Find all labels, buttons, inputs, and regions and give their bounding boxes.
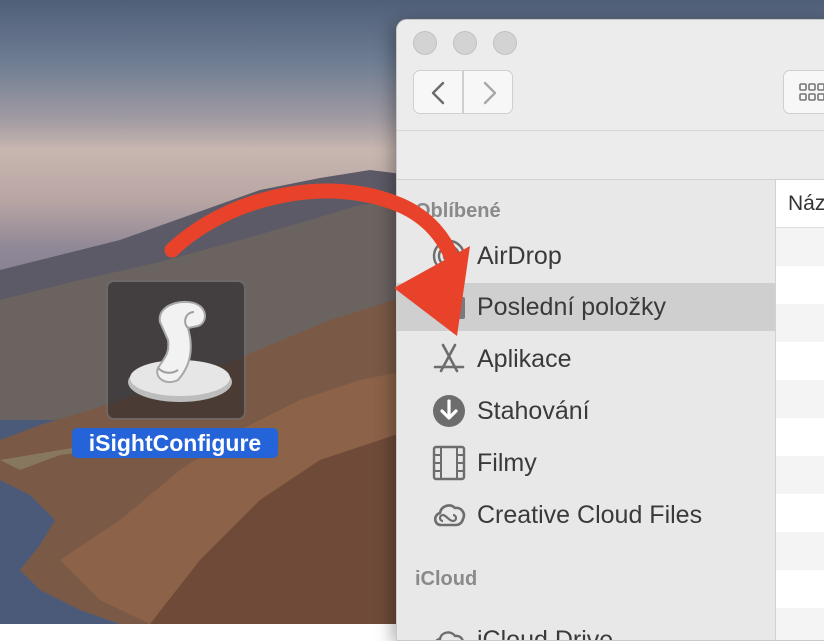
sidebar-item-label: Creative Cloud Files [477, 501, 703, 529]
list-row [776, 304, 824, 342]
sidebar-item-label: Stahování [477, 397, 590, 425]
list-row [776, 608, 824, 640]
sidebar-section-icloud: iCloud [415, 568, 478, 590]
sidebar-item-label: Aplikace [477, 345, 572, 373]
sidebar-item-label: AirDrop [477, 242, 562, 270]
creative-cloud-icon [433, 504, 466, 527]
sidebar-item-movies[interactable]: Filmy [397, 439, 775, 487]
downloads-icon [433, 395, 465, 427]
grid-icon [799, 83, 824, 101]
zoom-button[interactable] [493, 31, 517, 55]
movies-icon [432, 445, 466, 481]
sidebar-item-downloads[interactable]: Stahování [397, 387, 775, 435]
icloud-icon [435, 631, 464, 640]
chevron-right-icon [483, 81, 497, 105]
back-button[interactable] [413, 70, 463, 114]
list-row [776, 228, 824, 266]
sidebar-item-label: iCloud Drive [477, 626, 614, 641]
applications-icon [433, 343, 465, 373]
finder-toolbar [397, 20, 824, 131]
sidebar-item-airdrop[interactable]: AirDrop [397, 232, 775, 280]
list-row [776, 456, 824, 494]
sidebar-item-label: Poslední položky [477, 293, 667, 321]
sidebar-item-applications[interactable]: Aplikace [397, 335, 775, 383]
sidebar-item-creative-cloud[interactable]: Creative Cloud Files [397, 491, 775, 539]
app-icon-label[interactable]: iSightConfigure [72, 428, 278, 458]
icon-view-button[interactable] [783, 70, 824, 114]
sidebar-item-label: Filmy [477, 449, 537, 477]
list-row [776, 532, 824, 570]
chevron-left-icon [431, 81, 445, 105]
sidebar-section-favorites: Oblíbené [415, 200, 501, 222]
forward-button[interactable] [463, 70, 513, 114]
script-icon [128, 300, 232, 402]
list-row [776, 380, 824, 418]
app-icon-isightconfigure[interactable] [106, 280, 246, 420]
recents-icon [457, 297, 465, 319]
finder-window: Oblíbené AirDrop Poslední položky Aplika… [396, 19, 824, 641]
airdrop-icon [432, 239, 466, 274]
sidebar-item-icloud-drive[interactable]: iCloud Drive [397, 616, 775, 641]
sidebar-item-recents[interactable]: Poslední položky [397, 283, 775, 331]
minimize-button[interactable] [453, 31, 477, 55]
finder-sidebar: Oblíbené AirDrop Poslední položky Aplika… [397, 180, 775, 641]
path-bar [397, 131, 824, 180]
column-header-name[interactable]: Náz [776, 180, 824, 228]
close-button[interactable] [413, 31, 437, 55]
file-list: Náz [775, 180, 824, 640]
